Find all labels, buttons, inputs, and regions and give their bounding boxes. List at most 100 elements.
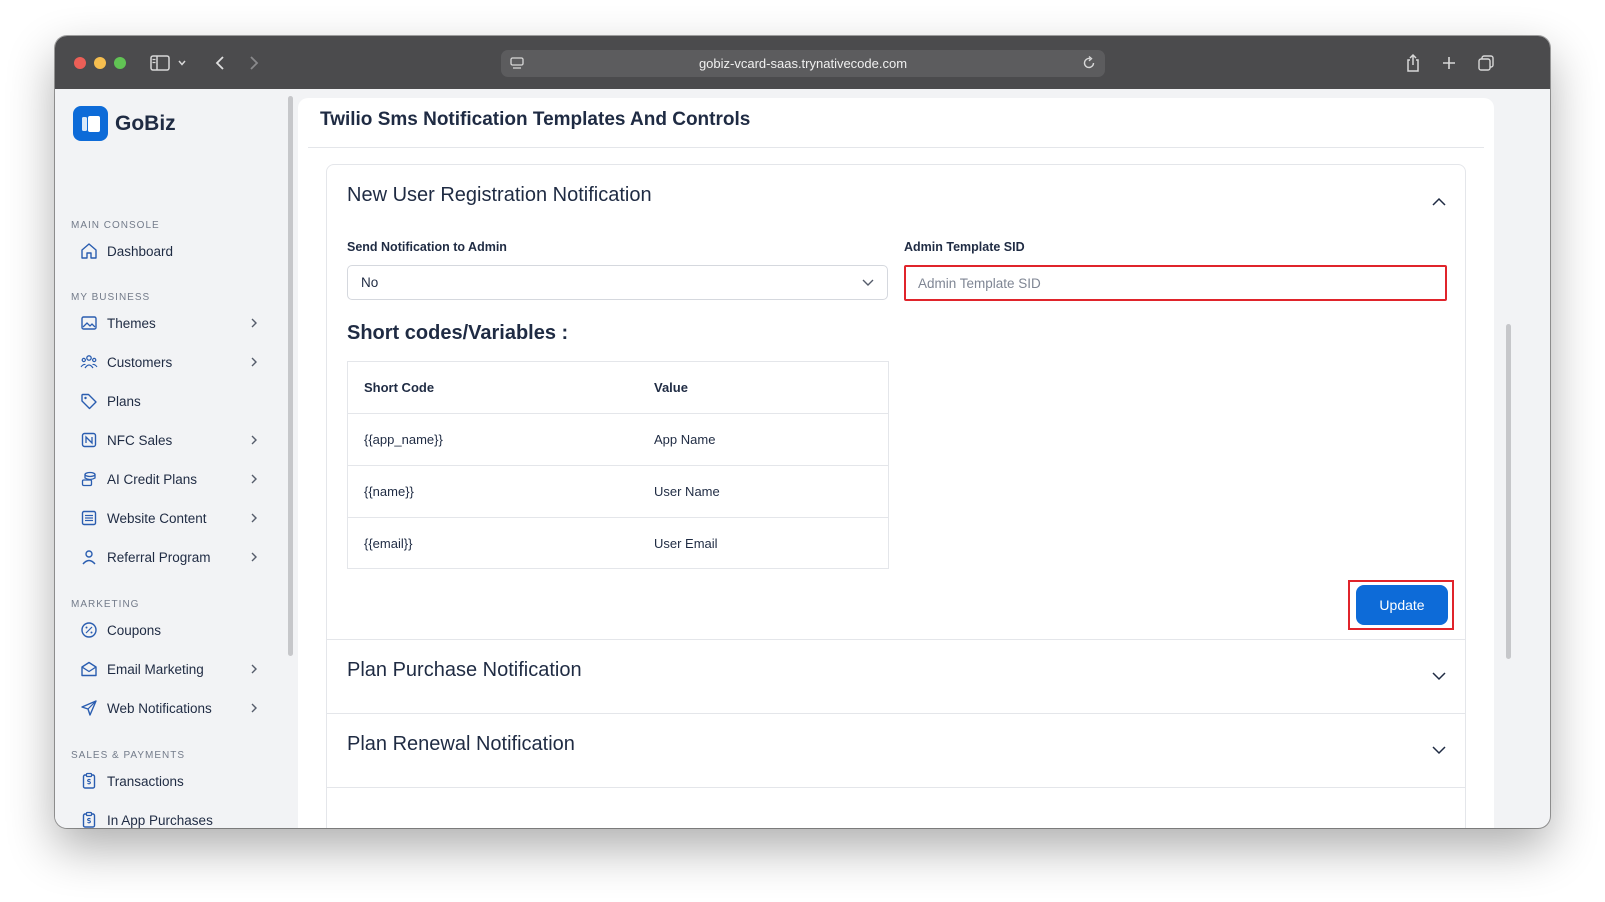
sidebar-item-ai-credit-plans[interactable]: AI Credit Plans: [79, 467, 259, 491]
sidebar-item-label: Dashboard: [107, 243, 174, 259]
table-header-cell: Short Code: [364, 380, 435, 395]
table-cell: {{name}}: [364, 484, 414, 499]
sidebar-item-label: Transactions: [107, 773, 184, 789]
sidebar-item-label: Web Notifications: [107, 700, 212, 716]
close-window-button[interactable]: [74, 57, 86, 69]
chevron-right-icon: [251, 552, 257, 562]
share-icon[interactable]: [1401, 51, 1425, 75]
accordion-title-new-user-registration[interactable]: New User Registration Notification: [347, 184, 652, 207]
tag-icon: [79, 391, 99, 411]
tab-overview-icon[interactable]: [1474, 51, 1498, 75]
image-icon: [79, 313, 99, 333]
sidebar-item-referral-program[interactable]: Referral Program: [79, 545, 259, 569]
chevron-right-icon: [251, 513, 257, 523]
send-icon: [79, 698, 99, 718]
table-row: {{name}} User Name: [348, 466, 888, 518]
chevron-right-icon: [251, 435, 257, 445]
sidebar-item-web-notifications[interactable]: Web Notifications: [79, 696, 259, 720]
sidebar: GoBiz MAIN CONSOLE Dashboard MY BUSINESS…: [55, 89, 283, 828]
chevron-down-icon: [862, 279, 874, 286]
browser-window: gobiz-vcard-saas.trynativecode.com GoBiz…: [55, 36, 1550, 828]
sidebar-item-in-app-purchases[interactable]: In App Purchases: [79, 808, 259, 828]
update-button[interactable]: Update: [1356, 585, 1448, 625]
table-row: {{email}} User Email: [348, 518, 888, 570]
sidebar-item-transactions[interactable]: Transactions: [79, 769, 259, 793]
main-content: Twilio Sms Notification Templates And Co…: [298, 98, 1494, 828]
nfc-icon: [79, 430, 99, 450]
section-marketing: MARKETING: [71, 599, 140, 610]
chevron-right-icon: [251, 664, 257, 674]
sidebar-item-label: NFC Sales: [107, 432, 173, 448]
shortcodes-title: Short codes/Variables :: [347, 322, 569, 344]
minimize-window-button[interactable]: [94, 57, 106, 69]
user-icon: [79, 547, 99, 567]
sidebar-toggle-icon[interactable]: [148, 51, 172, 75]
main-scrollbar[interactable]: [1506, 324, 1511, 659]
table-cell: {{app_name}}: [364, 432, 443, 447]
send-notification-value: No: [361, 275, 379, 290]
accordion-title-plan-purchase[interactable]: Plan Purchase Notification: [347, 659, 582, 682]
sidebar-item-label: Plans: [107, 393, 141, 409]
chevron-right-icon: [251, 703, 257, 713]
browser-titlebar: gobiz-vcard-saas.trynativecode.com: [55, 36, 1550, 89]
chevron-down-icon[interactable]: [175, 51, 189, 75]
chevron-up-icon[interactable]: [1429, 192, 1449, 212]
sidebar-item-nfc-sales[interactable]: NFC Sales: [79, 428, 259, 452]
chevron-down-icon[interactable]: [1429, 666, 1449, 686]
reload-icon[interactable]: [1081, 55, 1097, 76]
home-icon: [79, 241, 99, 261]
users-icon: [79, 352, 99, 372]
table-cell: {{email}}: [364, 536, 413, 551]
sidebar-item-label: Referral Program: [107, 549, 211, 565]
table-header-row: Short Code Value: [348, 362, 888, 414]
notification-accordion: New User Registration Notification Send …: [326, 164, 1466, 828]
new-tab-icon[interactable]: [1437, 51, 1461, 75]
brand-name: GoBiz: [115, 111, 176, 135]
table-cell: User Email: [654, 536, 718, 551]
table-header-cell: Value: [654, 380, 688, 395]
sidebar-item-email-marketing[interactable]: Email Marketing: [79, 657, 259, 681]
section-sales-payments: SALES & PAYMENTS: [71, 750, 185, 761]
table-cell: App Name: [654, 432, 716, 447]
sidebar-item-label: Themes: [107, 315, 156, 331]
back-arrow-icon[interactable]: [208, 51, 232, 75]
accordion-separator: [327, 639, 1465, 640]
sidebar-item-themes[interactable]: Themes: [79, 311, 259, 335]
send-notification-label: Send Notification to Admin: [347, 240, 507, 254]
page-title: Twilio Sms Notification Templates And Co…: [320, 109, 751, 130]
sidebar-item-label: Coupons: [107, 622, 162, 638]
receipt-icon: [79, 810, 99, 828]
gobiz-logo-icon: [73, 106, 108, 141]
coins-icon: [79, 469, 99, 489]
shortcodes-table: Short Code Value {{app_name}} App Name {…: [347, 361, 889, 569]
accordion-separator: [327, 713, 1465, 714]
chevron-right-icon: [251, 474, 257, 484]
table-row: {{app_name}} App Name: [348, 414, 888, 466]
accordion-title-plan-renewal[interactable]: Plan Renewal Notification: [347, 733, 575, 756]
chevron-right-icon: [251, 318, 257, 328]
title-divider: [308, 147, 1484, 148]
percent-icon: [79, 620, 99, 640]
sidebar-item-label: AI Credit Plans: [107, 471, 198, 487]
chevron-down-icon[interactable]: [1429, 740, 1449, 760]
forward-arrow-icon[interactable]: [242, 51, 266, 75]
receipt-icon: [79, 771, 99, 791]
sidebar-scrollbar[interactable]: [288, 96, 293, 656]
zoom-window-button[interactable]: [114, 57, 126, 69]
address-bar[interactable]: gobiz-vcard-saas.trynativecode.com: [501, 50, 1105, 77]
section-my-business: MY BUSINESS: [71, 292, 151, 303]
sidebar-item-label: Customers: [107, 354, 173, 370]
sidebar-item-label: Email Marketing: [107, 661, 204, 677]
send-notification-select[interactable]: No: [347, 265, 888, 300]
table-cell: User Name: [654, 484, 720, 499]
url-text: gobiz-vcard-saas.trynativecode.com: [698, 56, 908, 71]
sidebar-item-coupons[interactable]: Coupons: [79, 618, 259, 642]
mail-icon: [79, 659, 99, 679]
sidebar-item-dashboard[interactable]: Dashboard: [79, 239, 259, 263]
brand-logo[interactable]: GoBiz: [73, 106, 176, 141]
section-main-console: MAIN CONSOLE: [71, 220, 160, 231]
admin-template-sid-input[interactable]: [904, 265, 1447, 301]
sidebar-item-plans[interactable]: Plans: [79, 389, 259, 413]
sidebar-item-customers[interactable]: Customers: [79, 350, 259, 374]
sidebar-item-website-content[interactable]: Website Content: [79, 506, 259, 530]
